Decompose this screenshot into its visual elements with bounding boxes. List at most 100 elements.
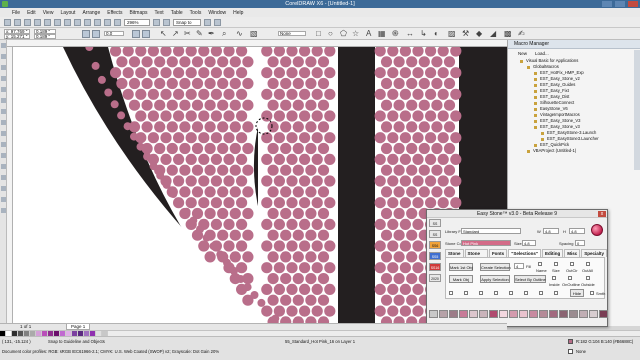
toolbox-shape-icon[interactable] <box>1 54 6 59</box>
stone-swatch[interactable] <box>489 310 498 318</box>
column-stone-1[interactable] <box>292 229 304 241</box>
diagonal-stone[interactable] <box>166 164 178 176</box>
column-stone-1[interactable] <box>267 142 279 155</box>
column-stone-1[interactable] <box>280 56 292 68</box>
column-stone-1[interactable] <box>273 262 285 274</box>
diagonal-stone[interactable] <box>223 110 235 122</box>
outline-stone[interactable] <box>209 242 218 251</box>
outline-stone[interactable] <box>196 225 204 234</box>
column-stone-1[interactable] <box>324 132 336 144</box>
column-stone-2[interactable] <box>374 110 386 122</box>
toolbox-text-icon[interactable] <box>1 142 6 147</box>
diagonal-stone[interactable] <box>147 110 159 122</box>
column-stone-2[interactable] <box>387 110 399 122</box>
diagonal-stone[interactable] <box>198 175 210 187</box>
column-stone-1[interactable] <box>273 175 285 187</box>
row-option-checkbox-8[interactable] <box>554 291 558 295</box>
column-stone-1[interactable] <box>273 197 285 209</box>
diagonal-stone[interactable] <box>185 67 197 79</box>
tab-fonts[interactable]: Fonts <box>488 249 508 257</box>
column-stone-2[interactable] <box>387 88 399 100</box>
column-stone-2[interactable] <box>374 153 386 165</box>
column-stone-1[interactable] <box>261 218 273 230</box>
hide-button[interactable]: Hide <box>570 289 584 297</box>
tab-selections[interactable]: "Selections" <box>508 249 541 257</box>
toolbox-connector-icon[interactable] <box>1 164 6 169</box>
row-option-checkbox-2[interactable] <box>464 291 468 295</box>
column-stone-2[interactable] <box>425 67 437 79</box>
w-field[interactable]: 4.8 <box>543 228 559 234</box>
diagonal-stone[interactable] <box>154 121 166 133</box>
column-stone-1[interactable] <box>286 132 298 144</box>
diagonal-stone[interactable] <box>236 175 248 187</box>
select-by-outline-button[interactable]: Select By Outline <box>514 275 546 283</box>
column-stone-2[interactable] <box>418 121 430 133</box>
column-stone-2[interactable] <box>406 229 418 241</box>
toolbox-dimension-icon[interactable] <box>1 153 6 158</box>
column-stone-1[interactable] <box>305 229 317 241</box>
diagonal-stone[interactable] <box>242 77 254 90</box>
diagonal-stone[interactable] <box>204 77 216 90</box>
mark-object-button[interactable]: Mark Obj <box>449 275 473 283</box>
diagonal-stone[interactable] <box>179 142 191 155</box>
outline-stone[interactable] <box>257 298 266 307</box>
column-stone-2[interactable] <box>450 110 462 122</box>
diagonal-stone[interactable] <box>185 175 197 187</box>
column-stone-1[interactable] <box>305 164 317 176</box>
diagonal-stone[interactable] <box>173 88 185 100</box>
smooth-checkbox[interactable] <box>590 291 594 295</box>
menu-window[interactable]: Window <box>208 10 226 16</box>
column-stone-1[interactable] <box>317 77 330 90</box>
stone-swatch[interactable] <box>519 310 528 318</box>
column-stone-1[interactable] <box>311 305 323 317</box>
outline-stone[interactable] <box>149 162 158 171</box>
column-stone-1[interactable] <box>317 294 330 306</box>
outline-stone[interactable] <box>236 275 245 283</box>
column-stone-1[interactable] <box>305 207 317 220</box>
cut-icon[interactable] <box>44 18 51 26</box>
column-stone-1[interactable] <box>299 67 311 79</box>
diagonal-stone[interactable] <box>236 67 248 79</box>
diagonal-stone[interactable] <box>223 218 235 230</box>
maximize-button[interactable] <box>615 1 625 7</box>
diagonal-stone[interactable] <box>166 121 178 133</box>
stone-swatch[interactable] <box>459 310 468 318</box>
create-selection-button[interactable]: Create Selection <box>480 263 511 271</box>
column-stone-2[interactable] <box>393 273 405 285</box>
column-stone-2[interactable] <box>437 175 449 187</box>
toolbox-crop-icon[interactable] <box>1 65 6 70</box>
row-option-checkbox-3[interactable] <box>479 291 483 295</box>
preset-ss6-button[interactable]: SS6 <box>429 241 441 249</box>
diagonal-stone[interactable] <box>210 175 222 187</box>
diagonal-stone[interactable] <box>242 229 254 241</box>
outline-stone[interactable] <box>243 283 252 292</box>
diagonal-stone[interactable] <box>242 186 254 198</box>
column-stone-1[interactable] <box>292 273 304 285</box>
column-stone-1[interactable] <box>273 153 285 165</box>
diagonal-stone[interactable] <box>179 121 191 133</box>
column-stone-2[interactable] <box>406 99 418 111</box>
diagonal-stone[interactable] <box>185 88 197 100</box>
column-stone-2[interactable] <box>399 240 411 252</box>
new-macro-button[interactable]: New <box>518 49 527 58</box>
diagonal-stone[interactable] <box>141 99 153 111</box>
diagonal-stone[interactable] <box>236 132 248 144</box>
column-stone-2[interactable] <box>418 164 430 176</box>
column-stone-2[interactable] <box>450 67 462 79</box>
column-stone-1[interactable] <box>317 186 330 198</box>
column-stone-1[interactable] <box>280 99 292 111</box>
column-stone-1[interactable] <box>267 229 279 241</box>
diagonal-stone[interactable] <box>236 197 248 209</box>
column-stone-2[interactable] <box>399 153 411 165</box>
mirror-horizontal-icon[interactable] <box>82 30 90 38</box>
polygon-tool-icon[interactable]: ⬠ <box>340 29 347 39</box>
column-stone-2[interactable] <box>437 153 449 165</box>
column-stone-1[interactable] <box>261 67 273 79</box>
diagonal-stone[interactable] <box>173 67 185 79</box>
column-stone-1[interactable] <box>305 273 317 285</box>
column-stone-1[interactable] <box>299 283 311 295</box>
outline-stone[interactable] <box>104 88 113 97</box>
zoom-level-select[interactable]: 296% <box>124 18 150 26</box>
stone-swatch[interactable] <box>529 310 538 318</box>
menu-layout[interactable]: Layout <box>60 10 75 16</box>
